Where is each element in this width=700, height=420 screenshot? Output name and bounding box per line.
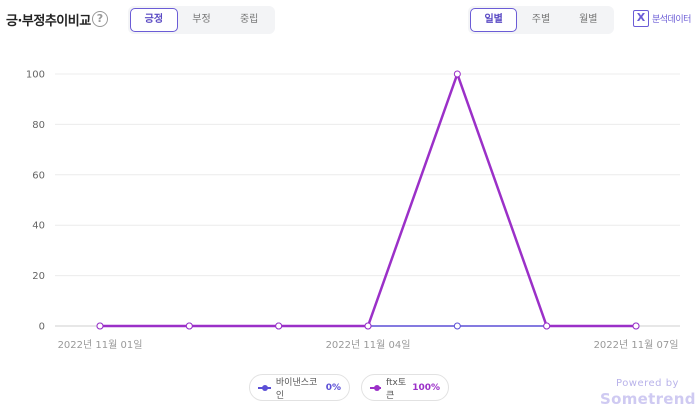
legend-marker: [370, 384, 381, 391]
legend-item-ftx[interactable]: ftx토큰 100%: [361, 374, 449, 401]
export-label: 분석데이터: [652, 15, 691, 25]
data-point: [453, 322, 461, 330]
data-point: [453, 70, 461, 78]
legend-label: ftx토큰: [385, 377, 407, 401]
brand-logo: Sometrend: [600, 390, 696, 408]
tab-negative[interactable]: 부정: [178, 8, 226, 32]
powered-by-logo: Powered by Sometrend: [600, 378, 695, 408]
y-tick-label: 100: [26, 70, 45, 81]
data-point: [632, 322, 640, 330]
help-icon[interactable]: ?: [92, 11, 108, 27]
y-tick-label: 80: [32, 120, 45, 131]
series-line: [100, 70, 636, 328]
x-tick-label: 2022년 11월 04일: [326, 339, 411, 351]
legend-label: 바이낸스코인: [275, 377, 318, 401]
tab-weekly[interactable]: 주별: [517, 8, 564, 32]
y-tick-label: 0: [39, 322, 45, 333]
section-title: 긍·부정추이비교: [6, 14, 91, 29]
y-tick-label: 20: [32, 271, 45, 282]
tab-monthly[interactable]: 월별: [565, 8, 612, 32]
legend-item-binance[interactable]: 바이낸스코인 0%: [249, 374, 350, 401]
data-point: [275, 322, 283, 330]
tab-positive[interactable]: 긍정: [130, 8, 178, 32]
legend-percent: 100%: [412, 382, 440, 393]
period-toggle: 일별 주별 월별: [468, 6, 614, 34]
x-tick-label: 2022년 11월 01일: [58, 339, 143, 351]
x-tick-label: 2022년 11월 07일: [594, 339, 679, 351]
data-point: [96, 322, 104, 330]
data-point: [364, 322, 372, 330]
data-point: [185, 322, 193, 330]
excel-icon: X: [633, 10, 649, 27]
data-point: [543, 322, 551, 330]
chart-header: 긍·부정추이비교 ? 긍정 부정 중립 일별 주별 월별 X 분석데이터: [0, 0, 700, 44]
line-chart: 0 20 40 60 80 100 2022년 11월 01일 2022년 11월 04일 2…: [26, 70, 680, 351]
y-tick-label: 40: [32, 221, 45, 232]
tab-neutral[interactable]: 중립: [225, 8, 273, 32]
tab-daily[interactable]: 일별: [470, 8, 518, 32]
powered-by-text: Powered by: [616, 378, 679, 389]
export-data-button[interactable]: X 분석데이터: [633, 10, 691, 27]
sentiment-toggle: 긍정 부정 중립: [128, 6, 275, 34]
legend-marker: [258, 384, 271, 391]
y-tick-label: 60: [32, 170, 45, 181]
legend-percent: 0%: [325, 382, 341, 393]
